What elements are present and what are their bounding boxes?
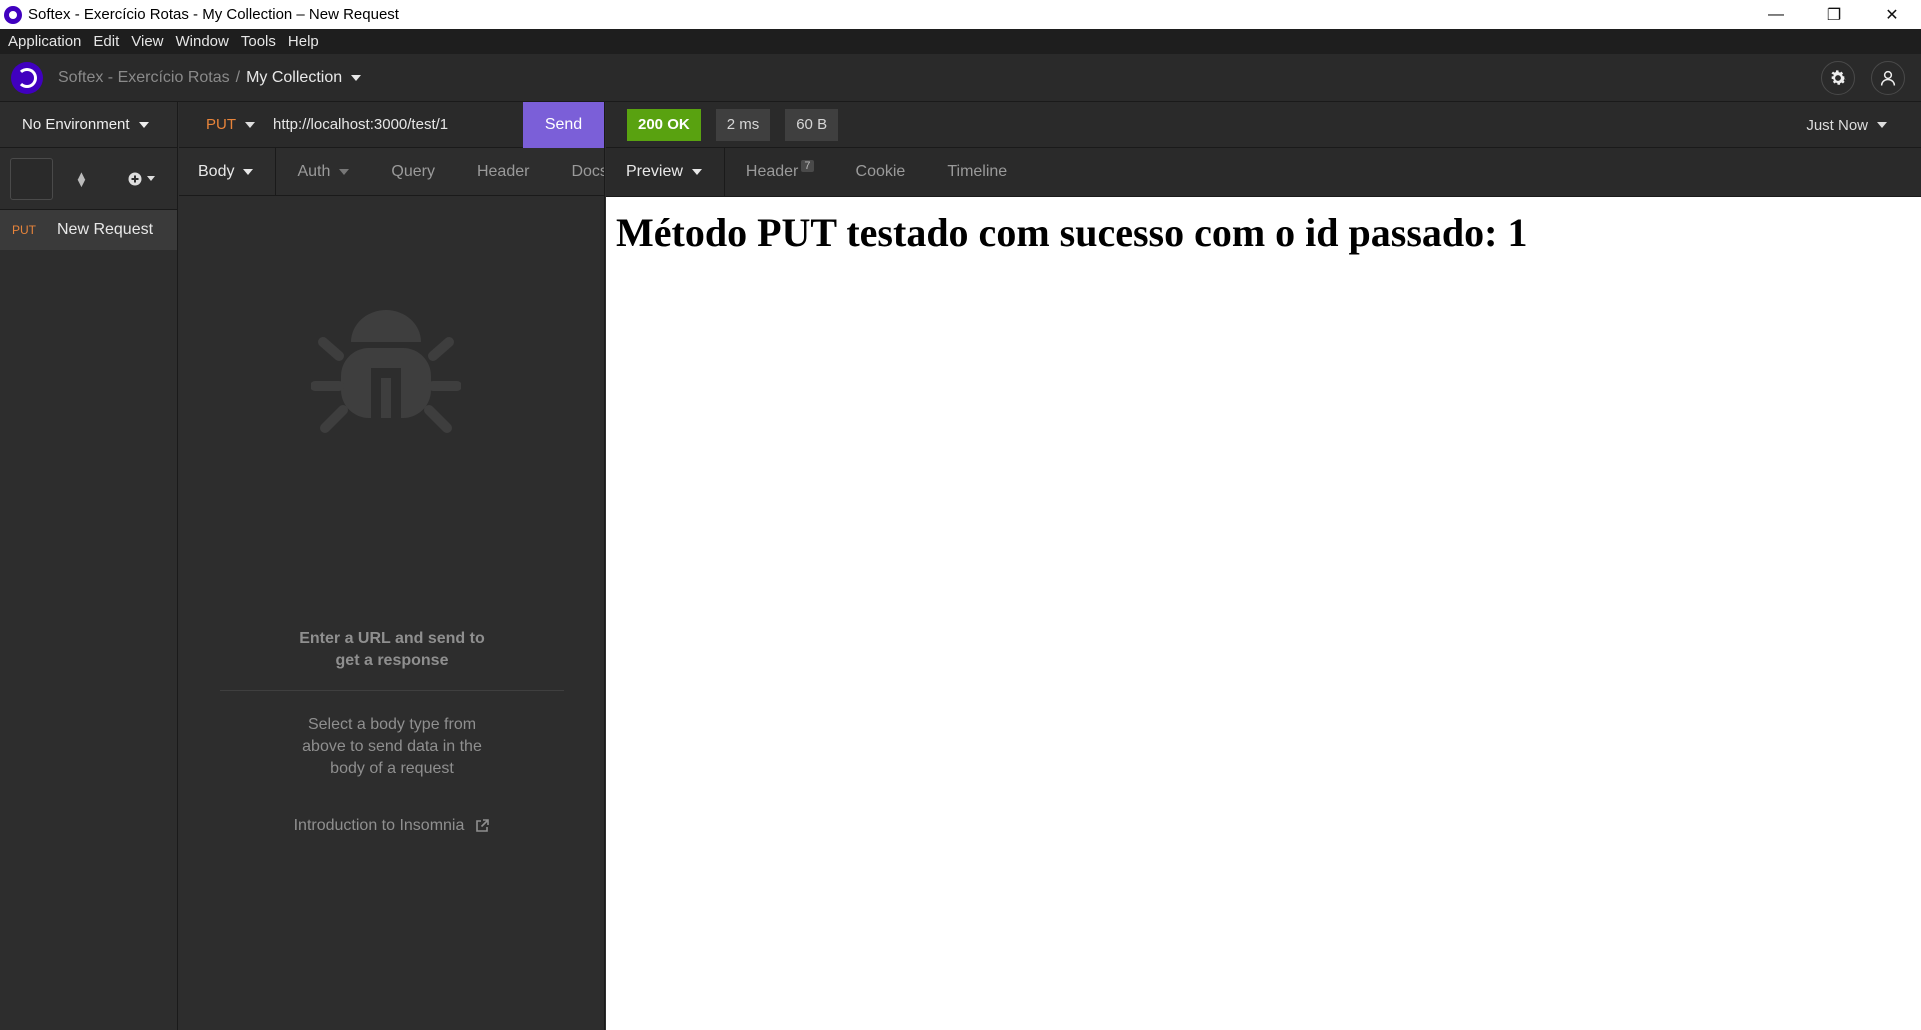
request-name: New Request xyxy=(57,221,154,238)
tab-auth[interactable]: Auth xyxy=(276,148,370,195)
chevron-down-icon xyxy=(691,169,702,175)
request-pane: PUT http://localhost:3000/test/1 Send Bo… xyxy=(179,101,605,1030)
external-link-icon xyxy=(476,819,490,832)
introduction-link[interactable]: Introduction to Insomnia xyxy=(179,817,605,835)
chevron-down-icon xyxy=(243,168,254,175)
restore-button[interactable]: ❐ xyxy=(1805,0,1863,29)
tab-body-label: Body xyxy=(198,162,235,180)
minimize-button[interactable]: — xyxy=(1747,0,1805,29)
introduction-link-label: Introduction to Insomnia xyxy=(293,817,465,834)
sidebar-request-item[interactable]: PUT New Request xyxy=(0,210,177,250)
window-title: Softex - Exercício Rotas - My Collection… xyxy=(28,6,399,23)
sidebar-filter-input[interactable] xyxy=(10,157,53,200)
bug-icon xyxy=(311,310,461,433)
time-badge: 2 ms xyxy=(715,108,771,141)
menu-help[interactable]: Help xyxy=(282,33,325,50)
request-tabs: Body Auth Query Header Docs xyxy=(179,148,604,196)
divider xyxy=(220,690,564,691)
app-header: Softex - Exercício Rotas / My Collection xyxy=(0,54,1921,102)
window-controls: — ❐ ✕ xyxy=(1747,0,1921,29)
tab-preview[interactable]: Preview xyxy=(606,148,725,196)
size-badge: 60 B xyxy=(785,108,839,141)
tab-docs[interactable]: Docs xyxy=(550,148,604,195)
response-status-bar: 200 OK 2 ms 60 B Just Now xyxy=(606,102,1921,148)
chevron-down-icon xyxy=(339,168,350,175)
app-logo-icon[interactable] xyxy=(11,61,43,94)
tab-preview-label: Preview xyxy=(626,163,683,180)
chevron-down-icon xyxy=(146,176,155,181)
breadcrumb-separator: / xyxy=(235,68,241,86)
tab-header[interactable]: Header xyxy=(456,148,550,195)
user-icon xyxy=(1880,70,1896,86)
tab-query[interactable]: Query xyxy=(370,148,456,195)
breadcrumb: Softex - Exercício Rotas / My Collection xyxy=(58,68,362,87)
response-body-heading: Método PUT testado com sucesso com o id … xyxy=(616,210,1528,255)
method-dropdown[interactable]: PUT xyxy=(206,116,255,133)
response-pane: 200 OK 2 ms 60 B Just Now Preview Header… xyxy=(606,102,1921,1030)
header-count-badge: 7 xyxy=(801,160,814,172)
gear-icon xyxy=(1831,70,1846,85)
send-button[interactable]: Send xyxy=(523,101,604,148)
url-input[interactable]: http://localhost:3000/test/1 xyxy=(273,116,523,133)
environment-label: No Environment xyxy=(22,116,130,133)
tab-cookie[interactable]: Cookie xyxy=(835,148,927,196)
menu-bar: Application Edit View Window Tools Help xyxy=(0,29,1921,54)
breadcrumb-workspace[interactable]: Softex - Exercício Rotas xyxy=(58,69,230,87)
menu-view[interactable]: View xyxy=(125,33,169,50)
empty-state-title: Enter a URL and send to get a response xyxy=(299,630,485,669)
tab-response-header[interactable]: Header 7 xyxy=(725,148,835,196)
header-actions xyxy=(1821,54,1921,102)
request-method-tag: PUT xyxy=(12,223,36,237)
response-tabs: Preview Header 7 Cookie Timeline xyxy=(606,148,1921,197)
close-button[interactable]: ✕ xyxy=(1863,0,1921,29)
breadcrumb-collection[interactable]: My Collection xyxy=(246,69,342,87)
environment-selector[interactable]: No Environment xyxy=(0,102,177,148)
response-history-dropdown[interactable]: Just Now xyxy=(1806,102,1887,148)
sidebar-tools: ▲ ▼ xyxy=(0,148,177,210)
empty-state-subtitle: Select a body type from above to send da… xyxy=(302,716,482,777)
tab-auth-label: Auth xyxy=(297,162,331,180)
app-icon xyxy=(4,5,22,24)
add-circle-icon[interactable] xyxy=(128,172,155,186)
method-label: PUT xyxy=(206,116,236,133)
menu-window[interactable]: Window xyxy=(170,33,235,50)
tab-body[interactable]: Body xyxy=(179,148,277,195)
tab-response-header-label: Header xyxy=(745,163,799,180)
sidebar: No Environment ▲ ▼ PUT New Request xyxy=(0,102,178,1030)
chevron-down-icon xyxy=(245,121,255,128)
status-badge: 200 OK xyxy=(627,108,701,141)
url-bar: PUT http://localhost:3000/test/1 Send xyxy=(179,101,604,148)
menu-edit[interactable]: Edit xyxy=(87,33,125,50)
window-titlebar: Softex - Exercício Rotas - My Collection… xyxy=(0,0,1921,29)
menu-application[interactable]: Application xyxy=(2,33,87,50)
settings-button[interactable] xyxy=(1821,61,1855,95)
menu-tools[interactable]: Tools xyxy=(235,33,282,50)
tab-timeline[interactable]: Timeline xyxy=(926,148,1028,196)
chevron-down-icon[interactable] xyxy=(351,74,362,81)
sort-icon[interactable]: ▲ ▼ xyxy=(75,169,88,189)
account-button[interactable] xyxy=(1871,61,1905,95)
chevron-down-icon xyxy=(1877,122,1887,128)
response-preview: Método PUT testado com sucesso com o id … xyxy=(606,197,1921,256)
chevron-down-icon xyxy=(138,121,149,128)
response-history-label: Just Now xyxy=(1806,116,1868,134)
